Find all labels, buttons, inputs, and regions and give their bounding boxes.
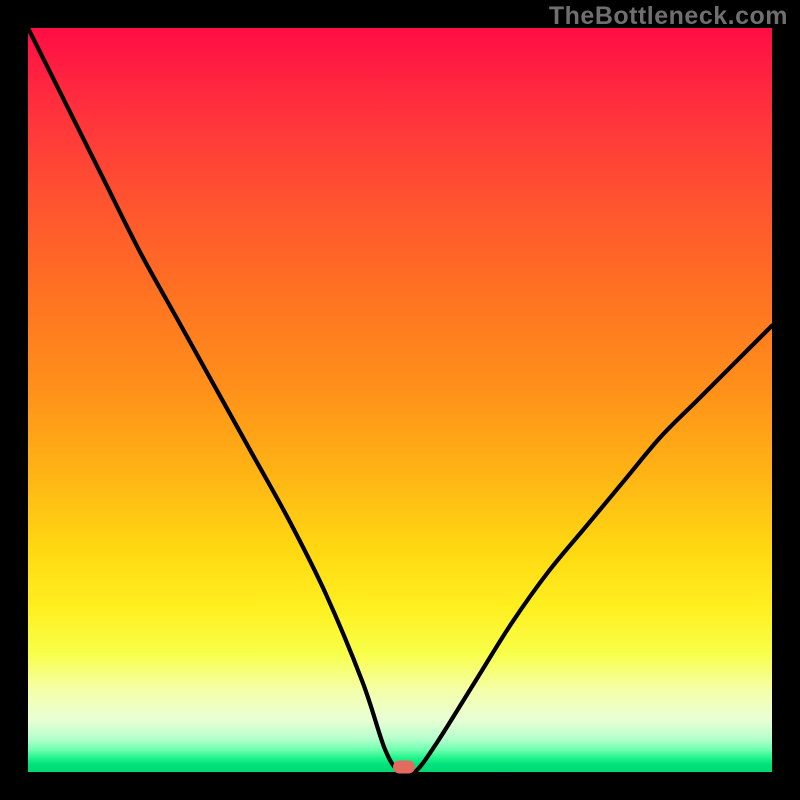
chart-stage: TheBottleneck.com	[0, 0, 800, 800]
brand-watermark: TheBottleneck.com	[549, 2, 788, 31]
optimum-marker	[393, 760, 415, 773]
bottleneck-curve	[28, 28, 772, 772]
